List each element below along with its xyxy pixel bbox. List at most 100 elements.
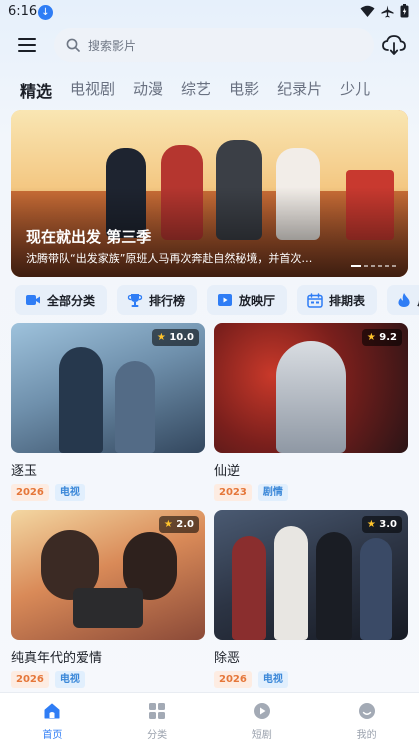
trophy-icon xyxy=(127,293,143,307)
pagination-dot xyxy=(371,265,375,267)
poster-figure xyxy=(232,536,266,640)
poster-figure xyxy=(115,361,155,453)
nav-categories-label: 分类 xyxy=(147,730,168,741)
all-categories-label: 全部分类 xyxy=(47,293,96,308)
rating-badge: ★ 9.2 xyxy=(361,329,402,346)
nav-home-label: 首页 xyxy=(42,730,63,741)
ranking-label: 排行榜 xyxy=(149,293,186,308)
banner-subtitle: 沈腾带队“出发家族”原班人马再次奔赴自然秘境，并首次… xyxy=(26,252,313,265)
nav-short-dramas-label: 短剧 xyxy=(251,730,272,741)
schedule-button[interactable]: 排期表 xyxy=(297,285,378,315)
video-poster[interactable]: ★ 2.0 xyxy=(11,510,205,640)
rating-value: 3.0 xyxy=(379,519,397,530)
video-tags: 2026 电视 xyxy=(11,671,205,688)
flame-icon xyxy=(398,293,410,307)
pagination-dot xyxy=(364,265,368,267)
rating-badge: ★ 10.0 xyxy=(151,329,199,346)
video-poster[interactable]: ★ 3.0 xyxy=(214,510,408,640)
tab-kids[interactable]: 少儿 xyxy=(340,78,370,100)
poster-figure xyxy=(316,532,352,640)
video-card[interactable]: ★ 3.0 除恶 2026 电视 xyxy=(214,510,408,688)
tab-tv-series[interactable]: 电视剧 xyxy=(70,78,115,100)
genre-badge: 剧情 xyxy=(257,484,288,501)
video-card[interactable]: ★ 10.0 逐玉 2026 电视 xyxy=(11,323,205,501)
category-tabs: 精选 电视剧 动漫 综艺 电影 纪录片 少儿 xyxy=(20,78,419,100)
play-screen-icon xyxy=(218,293,233,306)
ranking-button[interactable]: 排行榜 xyxy=(117,285,198,315)
video-title[interactable]: 仙逆 xyxy=(214,460,408,479)
shortcut-row: 全部分类 排行榜 放映厅 排期表 片单 xyxy=(15,285,419,317)
play-circle-icon xyxy=(253,703,270,719)
nav-home[interactable]: 首页 xyxy=(0,693,105,745)
screening-room-button[interactable]: 放映厅 xyxy=(207,285,288,315)
download-notification-icon: ↓ xyxy=(38,5,53,20)
tab-movies[interactable]: 电影 xyxy=(229,78,259,100)
genre-badge: 电视 xyxy=(54,484,85,501)
year-badge: 2023 xyxy=(214,484,252,501)
star-icon: ★ xyxy=(366,519,376,530)
nav-profile[interactable]: 我的 xyxy=(314,693,419,745)
pagination-dot xyxy=(351,265,361,267)
status-icons xyxy=(360,4,409,18)
nav-short-dramas[interactable]: 短剧 xyxy=(210,693,315,745)
bottom-navigation: 首页 分类 短剧 我的 xyxy=(0,692,419,745)
tab-anime[interactable]: 动漫 xyxy=(133,78,163,100)
rating-value: 10.0 xyxy=(169,332,194,343)
star-icon: ★ xyxy=(163,519,173,530)
video-title[interactable]: 逐玉 xyxy=(11,460,205,479)
video-title[interactable]: 纯真年代的爱情 xyxy=(11,647,205,666)
all-categories-button[interactable]: 全部分类 xyxy=(15,285,108,315)
featured-banner[interactable]: 现在就出发 第三季 沈腾带队“出发家族”原班人马再次奔赴自然秘境，并首次… xyxy=(11,110,408,277)
year-badge: 2026 xyxy=(214,671,252,688)
nav-categories[interactable]: 分类 xyxy=(105,693,210,745)
search-icon xyxy=(66,38,80,52)
schedule-label: 排期表 xyxy=(329,293,366,308)
star-icon: ★ xyxy=(366,332,376,343)
poster-figure xyxy=(276,341,346,453)
screening-room-label: 放映厅 xyxy=(239,293,276,308)
video-poster[interactable]: ★ 9.2 xyxy=(214,323,408,453)
video-card[interactable]: ★ 9.2 仙逆 2023 剧情 xyxy=(214,323,408,501)
star-icon: ★ xyxy=(156,332,166,343)
home-icon xyxy=(44,703,60,719)
top-bar: 搜索影片 xyxy=(0,28,419,64)
rating-value: 2.0 xyxy=(176,519,194,530)
banner-pagination xyxy=(351,265,396,267)
profile-icon xyxy=(358,703,375,719)
search-bar[interactable]: 搜索影片 xyxy=(54,28,374,62)
search-placeholder: 搜索影片 xyxy=(88,38,137,53)
calendar-icon xyxy=(307,292,323,308)
video-tags: 2023 剧情 xyxy=(214,484,408,501)
poster-figure xyxy=(59,347,103,453)
pagination-dot xyxy=(392,265,396,267)
video-title[interactable]: 除恶 xyxy=(214,647,408,666)
tab-variety[interactable]: 综艺 xyxy=(181,78,211,100)
video-card[interactable]: ★ 2.0 纯真年代的爱情 2026 电视 xyxy=(11,510,205,688)
rating-value: 9.2 xyxy=(379,332,397,343)
status-time: 6:16 xyxy=(8,4,38,19)
rating-badge: ★ 3.0 xyxy=(361,516,402,533)
menu-icon[interactable] xyxy=(18,38,36,52)
genre-badge: 电视 xyxy=(257,671,288,688)
poster-figure xyxy=(274,526,308,640)
year-badge: 2026 xyxy=(11,484,49,501)
app-screen: 6:16 ↓ 搜索影片 精选 电视剧 动漫 综艺 电影 纪录片 少儿 现在就出发… xyxy=(0,0,419,745)
playlist-button[interactable]: 片单 xyxy=(387,285,419,315)
nav-profile-label: 我的 xyxy=(356,730,377,741)
grid-icon xyxy=(149,703,166,719)
cloud-sync-icon[interactable] xyxy=(381,33,407,57)
battery-icon xyxy=(400,4,409,18)
video-poster[interactable]: ★ 10.0 xyxy=(11,323,205,453)
tab-documentary[interactable]: 纪录片 xyxy=(277,78,322,100)
airplane-mode-icon xyxy=(381,5,394,17)
status-bar: 6:16 ↓ xyxy=(0,0,419,26)
wifi-icon xyxy=(360,5,375,17)
genre-badge: 电视 xyxy=(54,671,85,688)
poster-figure xyxy=(360,538,392,640)
banner-title: 现在就出发 第三季 xyxy=(26,228,152,246)
pagination-dot xyxy=(378,265,382,267)
video-camera-icon xyxy=(26,295,40,305)
video-tags: 2026 电视 xyxy=(214,671,408,688)
rating-badge: ★ 2.0 xyxy=(158,516,199,533)
tab-featured[interactable]: 精选 xyxy=(20,78,52,100)
